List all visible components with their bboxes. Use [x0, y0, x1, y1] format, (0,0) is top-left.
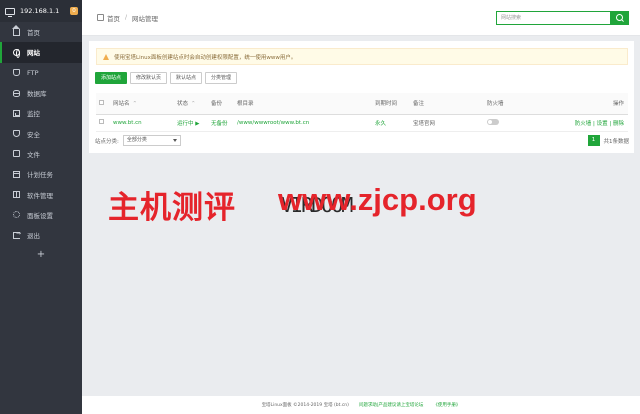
notice-banner: 使用宝塔Linux面板创建站点时会自动创建权限配置，统一使用www用户。	[96, 48, 628, 65]
sidebar-item-label: 计划任务	[27, 171, 53, 180]
notice-text: 使用宝塔Linux面板创建站点时会自动创建权限配置，统一使用www用户。	[114, 54, 297, 61]
edit-default-page-button[interactable]: 修改默认页	[130, 72, 168, 84]
category-manage-button[interactable]: 分类管理	[205, 72, 238, 84]
sidebar-item-label: 数据库	[27, 90, 47, 99]
site-name-link[interactable]: www.bt.cn	[110, 114, 174, 132]
status-toggle[interactable]: 运行中 ▶	[174, 114, 208, 132]
sidebar-item-label: 首页	[27, 29, 40, 38]
sidebar-item-label: 网站	[27, 49, 40, 58]
category-select[interactable]: 全部分类	[122, 135, 181, 146]
logout-icon	[13, 230, 21, 239]
search-button[interactable]	[610, 11, 629, 25]
col-backup: 备份	[208, 93, 234, 115]
sites-table: 网站名 ⌃ 状态 ⌃ 备份 根目录 到期时间 备注 防火墙 操作 www.bt.cn…	[96, 93, 628, 132]
sidebar-item-logout[interactable]: 退出	[0, 225, 82, 245]
notification-badge[interactable]: 0	[70, 7, 78, 15]
sidebar-item-security[interactable]: 安全	[0, 123, 82, 143]
pagination: 1 共1条数据	[587, 135, 630, 146]
site-search: 网站搜索	[496, 11, 629, 25]
select-all-checkbox[interactable]	[99, 99, 104, 105]
warning-icon	[103, 53, 109, 60]
site-management-panel: 使用宝塔Linux面板创建站点时会自动创建权限配置，统一使用www用户。 添加站…	[89, 41, 634, 153]
shield-icon	[13, 130, 20, 138]
sidebar-item-label: 文件	[27, 150, 40, 159]
add-shortcut-button[interactable]: +	[0, 249, 82, 260]
watermark-url: www.zjcp.org	[278, 182, 477, 217]
total-count: 共1条数据	[603, 138, 630, 145]
calendar-icon	[13, 170, 20, 178]
home-icon	[97, 14, 104, 21]
site-note[interactable]: 宝塔官网	[410, 114, 484, 132]
row-checkbox[interactable]	[99, 119, 104, 124]
add-site-button[interactable]: 添加站点	[95, 72, 128, 84]
sidebar-item-home[interactable]: 首页	[0, 22, 82, 42]
monitor-icon	[5, 7, 15, 17]
globe-icon	[13, 48, 20, 58]
backup-link[interactable]: 无备份	[208, 114, 234, 132]
col-root: 根目录	[234, 93, 372, 115]
sidebar-item-software[interactable]: 软件管理	[0, 184, 82, 204]
col-firewall: 防火墙	[484, 93, 554, 115]
home-icon	[12, 24, 20, 36]
expire-date[interactable]: 永久	[372, 114, 410, 132]
watermark-title: 主机测评	[108, 190, 236, 226]
ftp-icon	[13, 69, 20, 77]
breadcrumb-separator: /	[125, 14, 128, 21]
sidebar-item-label: FTP	[27, 68, 39, 77]
sidebar-item-cron[interactable]: 计划任务	[0, 164, 82, 184]
page-footer: 宝塔Linux面板 ©2014-2019 宝塔 (bt.cn) 问题求助|产品建…	[82, 396, 640, 414]
root-dir-link[interactable]: /www/wwwroot/www.bt.cn	[234, 114, 372, 132]
chart-icon	[13, 109, 20, 117]
gear-icon	[13, 211, 20, 219]
server-header: 192.168.1.1 0	[0, 0, 82, 22]
category-label: 站点分类:	[95, 138, 119, 145]
default-site-button[interactable]: 默认站点	[170, 72, 203, 84]
forum-link[interactable]: 问题求助|产品建议请上宝塔论坛	[359, 402, 424, 408]
col-status[interactable]: 状态 ⌃	[174, 93, 208, 115]
col-site-name[interactable]: 网站名 ⌃	[110, 93, 174, 115]
sidebar-item-label: 软件管理	[27, 191, 53, 200]
firewall-switch[interactable]	[487, 118, 499, 125]
search-input[interactable]: 网站搜索	[496, 11, 610, 25]
sidebar-item-database[interactable]: 数据库	[0, 83, 82, 103]
sort-icon: ⌃	[191, 101, 196, 108]
sidebar-item-files[interactable]: 文件	[0, 144, 82, 164]
col-note: 备注	[410, 93, 484, 115]
sidebar: 192.168.1.1 0 首页 网站 FTP 数据库 监控 安全 文件 计划任…	[0, 0, 82, 414]
top-bar: 首页 / 网站管理 网站搜索	[82, 0, 640, 36]
sort-icon: ⌃	[132, 101, 138, 108]
col-actions: 操作	[554, 93, 628, 115]
sidebar-item-settings[interactable]: 面板设置	[0, 205, 82, 225]
package-icon	[13, 191, 20, 199]
sidebar-item-label: 监控	[27, 110, 40, 119]
table-row: www.bt.cn 运行中 ▶ 无备份 /www/wwwroot/www.bt.…	[96, 114, 628, 132]
sidebar-item-label: 安全	[27, 130, 40, 139]
col-expire[interactable]: 到期时间	[372, 93, 410, 115]
manual-link[interactable]: 《使用手册》	[433, 402, 460, 408]
breadcrumb-home[interactable]: 首页	[107, 13, 120, 23]
server-ip: 192.168.1.1	[20, 7, 60, 15]
list-footer: 站点分类: 全部分类 1 共1条数据	[95, 135, 629, 146]
sidebar-item-label: 面板设置	[27, 211, 53, 220]
row-actions[interactable]: 防火墙 | 设置 | 删除	[554, 114, 628, 132]
database-icon	[13, 89, 20, 97]
sidebar-item-label: 退出	[27, 232, 40, 241]
breadcrumb-current: 网站管理	[132, 14, 159, 23]
folder-icon	[13, 150, 20, 158]
copyright-text: 宝塔Linux面板 ©2014-2019 宝塔 (bt.cn)	[261, 403, 349, 408]
page-number[interactable]: 1	[587, 135, 600, 146]
table-header-row: 网站名 ⌃ 状态 ⌃ 备份 根目录 到期时间 备注 防火墙 操作	[96, 93, 628, 115]
sidebar-item-website[interactable]: 网站	[0, 42, 82, 63]
sidebar-item-ftp[interactable]: FTP	[0, 63, 82, 83]
sidebar-item-monitor[interactable]: 监控	[0, 103, 82, 123]
toolbar: 添加站点 修改默认页 默认站点 分类管理	[95, 72, 238, 84]
